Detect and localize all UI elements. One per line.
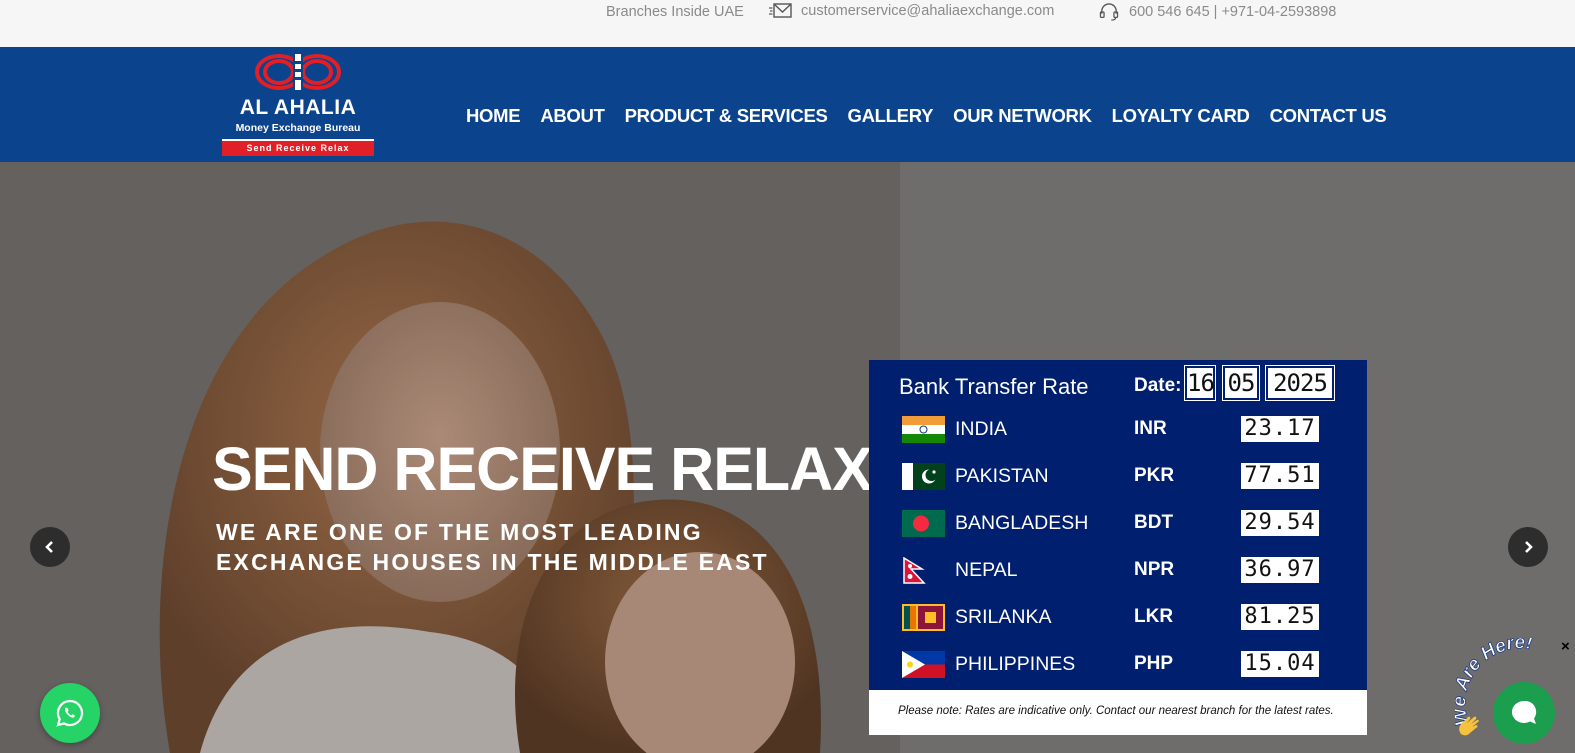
nepal-flag-icon <box>902 557 945 584</box>
philippines-flag-icon <box>902 651 945 678</box>
signal-waves-logo-icon <box>255 53 341 91</box>
currency-code: PKR <box>1134 465 1175 486</box>
rate-value: 23.17 <box>1241 416 1319 442</box>
pakistan-flag-icon <box>902 463 945 490</box>
chat-open-button[interactable] <box>1493 682 1555 744</box>
nav-our-network[interactable]: OUR NETWORK <box>953 105 1092 127</box>
rate-disclaimer: Please note: Rates are indicative only. … <box>898 705 1334 717</box>
slider-next-button[interactable] <box>1508 527 1548 567</box>
nav-home[interactable]: HOME <box>466 105 521 127</box>
chat-widget: We Are Here! × <box>1455 638 1575 753</box>
rate-row-bangladesh: BANGLADESH BDT 29.54 <box>869 504 1367 551</box>
rate-value: 36.97 <box>1241 557 1319 583</box>
rate-board-title: Bank Transfer Rate <box>899 374 1089 399</box>
currency-code: BDT <box>1134 512 1174 533</box>
date-label: Date: <box>1134 375 1182 396</box>
rate-row-philippines: PHILIPPINES PHP 15.04 <box>869 645 1367 692</box>
waving-hand-icon <box>1459 716 1479 736</box>
rate-row-pakistan: PAKISTAN PKR 77.51 <box>869 457 1367 504</box>
rate-row-nepal: NEPAL NPR 36.97 <box>869 551 1367 598</box>
nav-loyalty-card[interactable]: LOYALTY CARD <box>1112 105 1250 127</box>
phone-text[interactable]: 600 546 645 | +971-04-2593898 <box>1129 4 1336 20</box>
rate-value: 77.51 <box>1241 463 1319 489</box>
country-name: PHILIPPINES <box>955 653 1076 675</box>
whatsapp-icon <box>56 699 84 727</box>
country-name: INDIA <box>955 418 1008 440</box>
nav-gallery[interactable]: GALLERY <box>848 105 934 127</box>
branches-label[interactable]: Branches Inside UAE <box>606 4 744 20</box>
main-menu: HOME ABOUT PRODUCT & SERVICES GALLERY OU… <box>466 105 1387 127</box>
email-contact[interactable]: customerservice@ahaliaexchange.com <box>769 2 1054 20</box>
date-day: 16 <box>1184 365 1216 401</box>
currency-code: LKR <box>1134 606 1174 627</box>
branches-link[interactable]: Branches Inside UAE <box>606 4 744 20</box>
chat-bubble-icon <box>1511 700 1537 724</box>
currency-code: PHP <box>1134 653 1174 674</box>
chevron-right-icon <box>1525 541 1533 553</box>
headset-icon <box>1099 3 1119 21</box>
site-logo[interactable]: AL AHALIA Money Exchange Bureau Send Rec… <box>222 53 374 157</box>
chevron-left-icon <box>45 541 53 553</box>
main-navbar: AL AHALIA Money Exchange Bureau Send Rec… <box>0 47 1575 162</box>
bank-transfer-rate-board: Bank Transfer Rate Date: 16 05 2025 INDI… <box>869 360 1367 735</box>
email-text[interactable]: customerservice@ahaliaexchange.com <box>801 3 1054 19</box>
date-year: 2025 <box>1265 365 1335 401</box>
nav-about[interactable]: ABOUT <box>540 105 605 127</box>
date-month: 05 <box>1222 365 1260 401</box>
country-name: BANGLADESH <box>955 512 1089 534</box>
slider-prev-button[interactable] <box>30 527 70 567</box>
nav-product-services[interactable]: PRODUCT & SERVICES <box>625 105 828 127</box>
rate-row-srilanka: SRILANKA LKR 81.25 <box>869 598 1367 645</box>
rate-value: 81.25 <box>1241 604 1319 630</box>
hero-slider: SEND RECEIVE RELAX WE ARE ONE OF THE MOS… <box>0 162 1575 753</box>
country-name: NEPAL <box>955 559 1018 581</box>
top-info-bar: Branches Inside UAE customerservice@ahal… <box>0 0 1575 47</box>
currency-code: INR <box>1134 418 1167 439</box>
hero-subtitle: WE ARE ONE OF THE MOST LEADING EXCHANGE … <box>216 519 769 575</box>
rate-row-india: INDIA INR 23.17 <box>869 410 1367 457</box>
envelope-icon <box>769 3 792 18</box>
chat-close-icon[interactable]: × <box>1561 638 1570 655</box>
hero-title: SEND RECEIVE RELAX <box>212 435 873 503</box>
country-name: SRILANKA <box>955 606 1052 628</box>
logo-tagline: Send Receive Relax <box>222 139 374 156</box>
india-flag-icon <box>902 416 945 443</box>
rate-disclaimer-bar: Please note: Rates are indicative only. … <box>869 690 1367 735</box>
rate-value: 29.54 <box>1241 510 1319 536</box>
phone-contact[interactable]: 600 546 645 | +971-04-2593898 <box>1097 3 1336 21</box>
country-name: PAKISTAN <box>955 465 1049 487</box>
whatsapp-button[interactable] <box>40 683 100 743</box>
nav-contact-us[interactable]: CONTACT US <box>1270 105 1387 127</box>
currency-code: NPR <box>1134 559 1175 580</box>
logo-name: AL AHALIA <box>239 96 357 119</box>
logo-subtitle: Money Exchange Bureau <box>235 122 361 134</box>
bangladesh-flag-icon <box>902 510 945 537</box>
srilanka-flag-icon <box>902 604 945 631</box>
rate-value: 15.04 <box>1241 651 1319 677</box>
